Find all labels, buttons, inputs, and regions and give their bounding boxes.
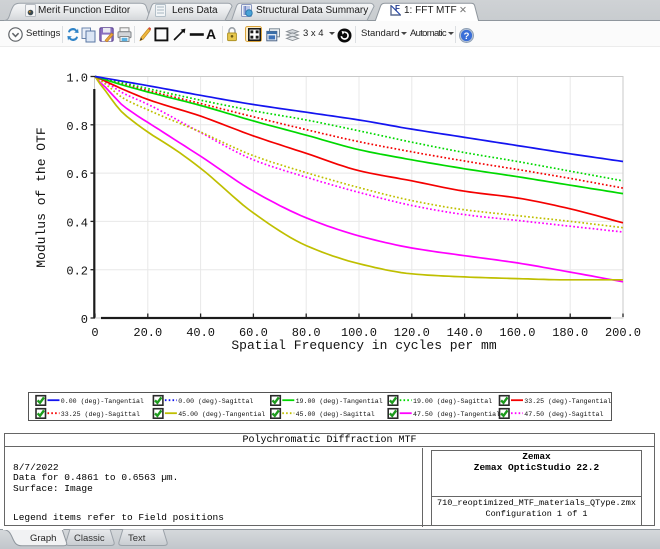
svg-text:33.25 (deg)-Sagittal: 33.25 (deg)-Sagittal <box>61 411 140 418</box>
svg-text:47.50 (deg)-Tangential: 47.50 (deg)-Tangential <box>413 411 500 418</box>
svg-text:40.0: 40.0 <box>186 326 215 340</box>
svg-text:20.0: 20.0 <box>133 326 162 340</box>
svg-text:160.0: 160.0 <box>499 326 535 340</box>
svg-text:33.25 (deg)-Tangential: 33.25 (deg)-Tangential <box>524 398 611 405</box>
svg-text:0.4: 0.4 <box>66 216 88 230</box>
svg-text:0: 0 <box>81 313 88 327</box>
svg-text:45.00 (deg)-Sagittal: 45.00 (deg)-Sagittal <box>296 411 375 418</box>
svg-text:F: F <box>395 4 400 13</box>
svg-text:?: ? <box>464 31 470 42</box>
svg-text:19.00 (deg)-Tangential: 19.00 (deg)-Tangential <box>296 398 383 405</box>
svg-text:19.00 (deg)-Sagittal: 19.00 (deg)-Sagittal <box>413 398 492 405</box>
svg-text:45.00 (deg)-Tangential: 45.00 (deg)-Tangential <box>178 411 265 418</box>
svg-text:0.00 (deg)-Sagittal: 0.00 (deg)-Sagittal <box>178 398 253 405</box>
svg-text:1.0: 1.0 <box>66 72 88 86</box>
svg-text:0.8: 0.8 <box>66 120 88 134</box>
svg-text:0.6: 0.6 <box>66 168 88 182</box>
svg-text:0.2: 0.2 <box>66 265 88 279</box>
svg-text:0.00 (deg)-Tangential: 0.00 (deg)-Tangential <box>61 398 144 405</box>
svg-text:0: 0 <box>91 326 98 340</box>
svg-text:180.0: 180.0 <box>552 326 588 340</box>
svg-text:47.50 (deg)-Sagittal: 47.50 (deg)-Sagittal <box>524 411 603 418</box>
svg-text:Modulus of the OTF: Modulus of the OTF <box>34 127 49 267</box>
svg-text:200.0: 200.0 <box>605 326 641 340</box>
svg-text:Spatial Frequency in cycles pe: Spatial Frequency in cycles per mm <box>231 338 496 353</box>
